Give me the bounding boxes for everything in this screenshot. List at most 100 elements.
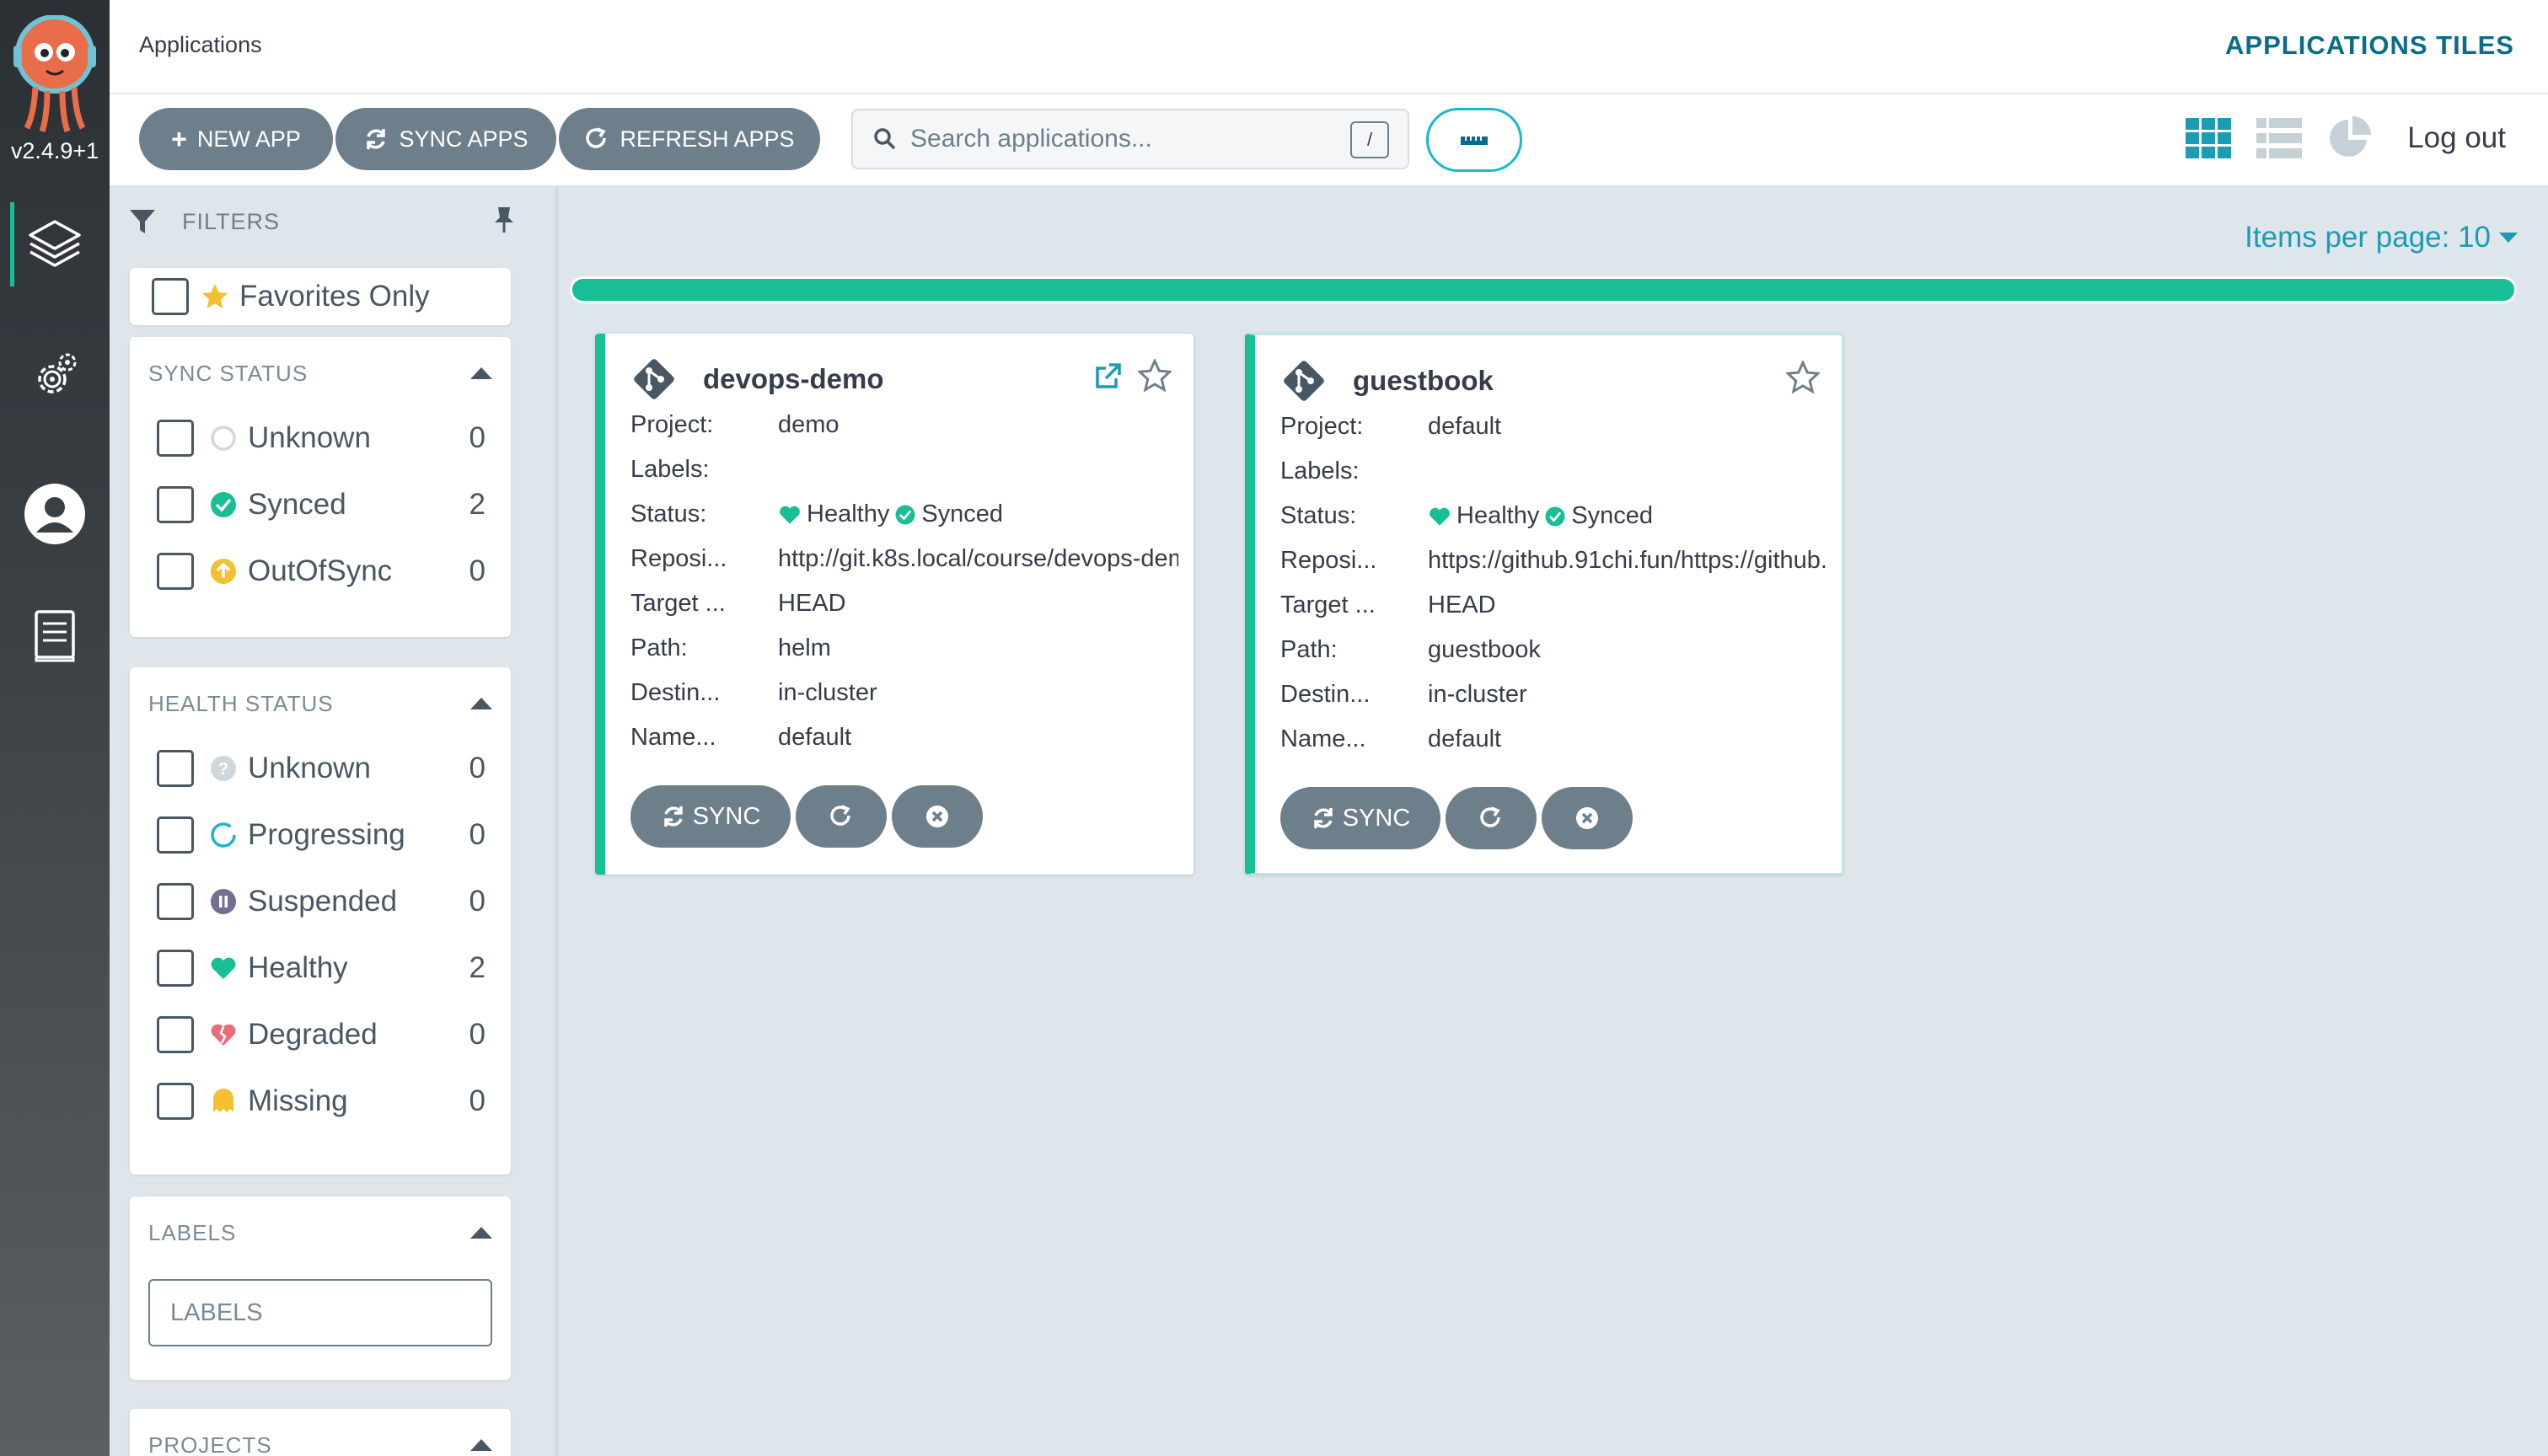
ghost-icon xyxy=(213,1089,233,1112)
checkbox[interactable] xyxy=(157,1083,194,1120)
field-value: default xyxy=(1428,725,1502,752)
app-name[interactable]: guestbook xyxy=(1353,365,1494,397)
app-tile-guestbook[interactable]: guestbook Project: default Labels: Status… xyxy=(1245,334,1843,875)
star-outline-icon[interactable] xyxy=(1786,361,1820,394)
nav-applications[interactable] xyxy=(0,194,110,295)
collapse-caret-icon[interactable] xyxy=(470,367,492,379)
checkbox[interactable] xyxy=(157,420,194,457)
filter-health-healthy[interactable]: Healthy 2 xyxy=(157,943,485,993)
checkbox[interactable] xyxy=(157,486,194,523)
field-value: Healthy Synced xyxy=(778,500,1003,528)
filter-count: 0 xyxy=(469,818,485,851)
refresh-icon xyxy=(586,127,607,148)
sync-label: SYNC xyxy=(692,802,761,830)
checkbox[interactable] xyxy=(157,553,194,590)
filter-sync-outofsync[interactable]: OutOfSync 0 xyxy=(157,546,485,597)
favorites-checkbox[interactable] xyxy=(152,278,189,315)
sync-icon xyxy=(367,129,386,149)
star-outline-icon[interactable] xyxy=(1138,359,1172,393)
filter-label: Unknown xyxy=(248,421,371,454)
nav-settings[interactable] xyxy=(0,324,110,426)
checkbox[interactable] xyxy=(157,883,194,920)
external-link-icon[interactable] xyxy=(1094,361,1123,390)
question-circle-icon: ? xyxy=(211,756,236,781)
filter-health-unknown[interactable]: ? Unknown 0 xyxy=(157,743,485,794)
app-delete-button[interactable] xyxy=(1542,787,1633,849)
app-tile-devops-demo[interactable]: devops-demo Project: demo Labels: Status:… xyxy=(595,334,1194,875)
app-field-status: Status: Healthy Synced xyxy=(630,500,1004,528)
pause-circle-icon xyxy=(211,889,236,914)
favorites-label: Favorites Only xyxy=(239,280,430,313)
sync-status-panel: SYNC STATUS Unknown 0 Synced 2 OutOfSync… xyxy=(130,337,511,637)
ruler-icon xyxy=(1461,136,1488,145)
filter-health-degraded[interactable]: Degraded 0 xyxy=(157,1009,485,1060)
app-field-target: Target ... HEAD xyxy=(630,590,846,617)
nav-user-info[interactable] xyxy=(0,463,110,565)
app-field-project: Project: demo xyxy=(630,411,839,438)
app-field-destination: Destin... in-cluster xyxy=(630,679,877,706)
search-input[interactable] xyxy=(910,125,1349,153)
items-per-page-dropdown[interactable]: Items per page: 10 xyxy=(2245,221,2518,254)
app-refresh-button[interactable] xyxy=(796,785,887,848)
field-value: in-cluster xyxy=(1428,681,1527,708)
toolbar: + NEW APP SYNC APPS REFRESH APPS / xyxy=(110,94,2548,187)
app-field-namespace: Name... default xyxy=(1280,725,1502,752)
app-tile-actions xyxy=(1786,361,1820,394)
spinner-icon xyxy=(211,822,236,848)
app-field-path: Path: helm xyxy=(630,634,831,661)
filter-sync-unknown[interactable]: Unknown 0 xyxy=(157,413,485,463)
refresh-apps-button[interactable]: REFRESH APPS xyxy=(559,108,820,170)
collapse-caret-icon[interactable] xyxy=(470,1439,492,1451)
labels-panel: LABELS LABELS xyxy=(130,1196,511,1380)
app-refresh-button[interactable] xyxy=(1446,787,1537,849)
app-sync-button[interactable]: SYNC xyxy=(630,785,791,848)
checkbox[interactable] xyxy=(157,750,194,787)
app-field-namespace: Name... default xyxy=(630,724,852,751)
app-field-project: Project: default xyxy=(1280,413,1502,440)
filter-health-suspended[interactable]: Suspended 0 xyxy=(157,876,485,927)
chevron-down-icon xyxy=(2499,233,2518,243)
app-sync-button[interactable]: SYNC xyxy=(1280,787,1440,849)
summary-view-icon[interactable] xyxy=(2326,115,2374,162)
tiles-view-icon[interactable] xyxy=(2185,117,2232,159)
sync-status-title: SYNC STATUS xyxy=(148,361,308,386)
logout-link[interactable]: Log out xyxy=(2407,121,2506,155)
filter-icon xyxy=(130,210,155,233)
sync-apps-label: SYNC APPS xyxy=(399,126,528,152)
check-circle-icon xyxy=(211,492,236,517)
sync-status: Synced xyxy=(1571,502,1654,529)
checkbox[interactable] xyxy=(157,816,194,854)
argo-logo-icon[interactable] xyxy=(10,15,99,133)
sync-apps-button[interactable]: SYNC APPS xyxy=(335,108,556,170)
app-delete-button[interactable] xyxy=(892,785,983,848)
filter-count: 2 xyxy=(469,488,485,521)
field-value: helm xyxy=(778,634,831,661)
list-view-icon[interactable] xyxy=(2256,117,2303,159)
collapse-caret-icon[interactable] xyxy=(470,698,492,709)
nav-documentation[interactable] xyxy=(0,586,110,687)
favorites-filter[interactable]: Favorites Only xyxy=(152,271,480,322)
filters-header: FILTERS xyxy=(128,207,280,236)
breadcrumb: Applications xyxy=(139,32,262,57)
filter-sync-synced[interactable]: Synced 2 xyxy=(157,479,485,530)
checkbox[interactable] xyxy=(157,1016,194,1053)
tool-ruler-button[interactable] xyxy=(1426,108,1522,172)
app-tile-actions xyxy=(1094,359,1172,393)
git-icon xyxy=(634,359,674,399)
filter-health-missing[interactable]: Missing 0 xyxy=(157,1076,485,1127)
labels-input[interactable]: LABELS xyxy=(148,1279,492,1346)
view-switcher: Log out xyxy=(2185,115,2506,162)
new-app-label: NEW APP xyxy=(196,126,301,152)
user-avatar-icon xyxy=(24,484,85,544)
filter-count: 0 xyxy=(469,1084,485,1117)
new-app-button[interactable]: + NEW APP xyxy=(139,108,333,170)
collapse-caret-icon[interactable] xyxy=(470,1227,492,1239)
app-field-labels: Labels: xyxy=(1280,458,1360,484)
checkbox[interactable] xyxy=(157,950,194,987)
app-name[interactable]: devops-demo xyxy=(703,363,884,395)
filter-health-progressing[interactable]: Progressing 0 xyxy=(157,810,485,860)
pin-icon[interactable] xyxy=(491,206,517,234)
field-value: http://git.k8s.local/course/devops-demo.… xyxy=(778,545,1178,572)
filter-count: 0 xyxy=(469,421,485,454)
app-field-repository: Reposi... https://github.91chi.fun/https:… xyxy=(1280,547,1828,574)
